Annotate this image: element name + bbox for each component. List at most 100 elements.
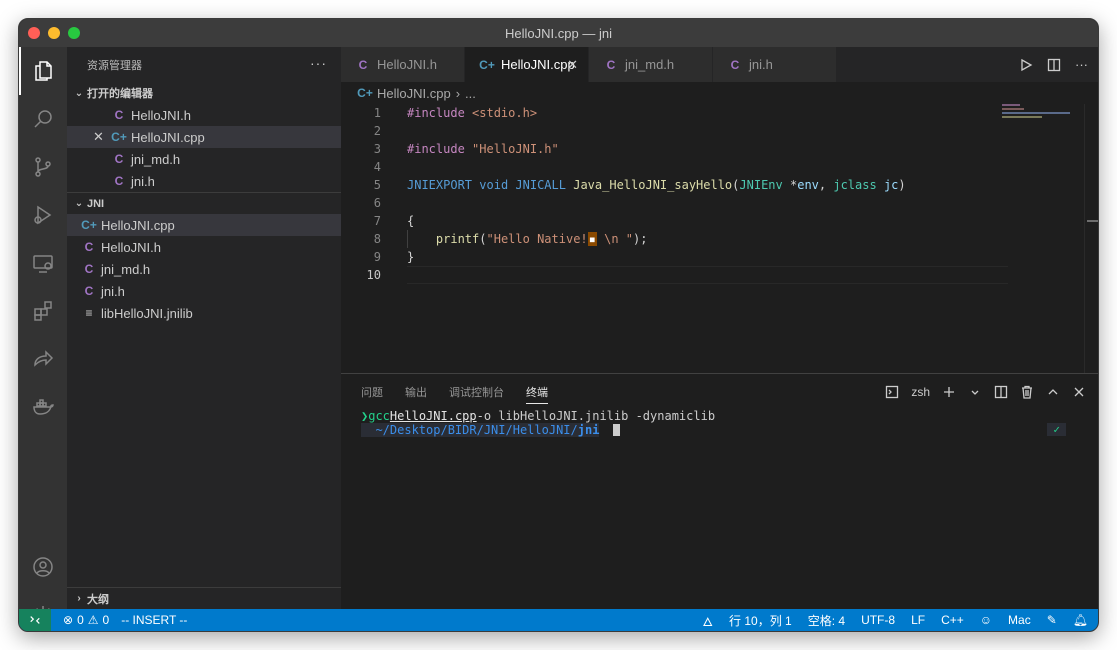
- open-editor-item[interactable]: ✕ C+ HelloJNI.cpp: [67, 126, 341, 148]
- tab-jni-md-h[interactable]: C jni_md.h: [589, 47, 713, 82]
- tab-hellojni-cpp[interactable]: C+ HelloJNI.cpp ✕: [465, 47, 589, 82]
- open-editor-label: jni_md.h: [131, 151, 181, 167]
- platform[interactable]: Mac: [1008, 613, 1031, 627]
- scrollbar-cursor-marker: [1087, 220, 1098, 222]
- open-editors-header[interactable]: ⌄ 打开的编辑器: [67, 82, 341, 104]
- tab-problems[interactable]: 问题: [361, 384, 383, 400]
- window-controls: [28, 27, 80, 39]
- accounts-icon[interactable]: [19, 543, 67, 591]
- flame-icon[interactable]: 🜂: [703, 608, 714, 632]
- file-label: jni.h: [101, 283, 125, 299]
- panel-actions: zsh: [885, 374, 1086, 409]
- new-terminal-icon[interactable]: [942, 385, 956, 399]
- tab-jni-h[interactable]: C jni.h: [713, 47, 837, 82]
- remote-explorer-icon[interactable]: [19, 239, 67, 287]
- code-line: 7 {: [341, 212, 1082, 230]
- split-editor-icon[interactable]: [1047, 58, 1061, 72]
- problems-status[interactable]: ⊗ 0 ⚠ 0: [63, 613, 109, 627]
- source-control-icon[interactable]: [19, 143, 67, 191]
- encoding[interactable]: UTF-8: [861, 613, 895, 627]
- close-window-button[interactable]: [28, 27, 40, 39]
- status-bar: ⊗ 0 ⚠ 0 -- INSERT -- 🜂 行 10，列 1 空格: 4 UT…: [19, 609, 1098, 631]
- shell-name[interactable]: zsh: [911, 385, 930, 399]
- warning-icon: ⚠: [87, 613, 99, 627]
- c-file-icon: C: [84, 240, 94, 254]
- file-tree-item[interactable]: C jni_md.h: [67, 258, 341, 280]
- close-tab-icon[interactable]: ✕: [567, 57, 578, 73]
- folder-header[interactable]: ⌄ JNI: [67, 192, 341, 214]
- file-tree-item[interactable]: ≡ libHelloJNI.jnilib: [67, 302, 341, 324]
- explorer-icon[interactable]: [19, 47, 67, 95]
- error-icon: ⊗: [63, 613, 74, 627]
- notifications-bell-icon[interactable]: 🔔︎: [1073, 613, 1088, 627]
- run-icon[interactable]: [1019, 58, 1033, 72]
- breadcrumb-separator: ›: [455, 85, 461, 101]
- open-editor-label: HelloJNI.cpp: [131, 129, 205, 145]
- line-number: 1: [373, 106, 381, 120]
- tab-terminal[interactable]: 终端: [526, 384, 548, 404]
- split-terminal-icon[interactable]: [994, 385, 1008, 399]
- indentation[interactable]: 空格: 4: [808, 612, 845, 629]
- chevron-down-icon[interactable]: [968, 385, 982, 399]
- tab-output[interactable]: 输出: [405, 384, 427, 400]
- open-editor-item[interactable]: C HelloJNI.h: [67, 104, 341, 126]
- more-actions-icon[interactable]: ···: [310, 55, 327, 71]
- chevron-down-icon: ⌄: [74, 198, 84, 209]
- run-and-debug-icon[interactable]: [19, 191, 67, 239]
- trash-icon[interactable]: [1020, 385, 1034, 399]
- tab-label: jni_md.h: [625, 57, 675, 72]
- file-tree-item[interactable]: C+ HelloJNI.cpp: [67, 214, 341, 236]
- extensions-icon[interactable]: [19, 287, 67, 335]
- maximize-panel-icon[interactable]: [1046, 385, 1060, 399]
- search-icon[interactable]: [19, 95, 67, 143]
- code-line: 1 #include <stdio.h>: [341, 104, 1082, 122]
- breadcrumb-symbols[interactable]: ...: [465, 86, 476, 101]
- cursor-position[interactable]: 行 10，列 1: [729, 612, 792, 629]
- editor-scrollbar[interactable]: [1084, 104, 1098, 374]
- cpp-file-icon: C+: [357, 86, 373, 100]
- line-number: 7: [373, 214, 381, 228]
- feedback-icon[interactable]: ✎: [1047, 613, 1057, 627]
- code-editor[interactable]: 1 #include <stdio.h> 2 3 #include "Hello…: [341, 104, 1082, 304]
- breadcrumb-file[interactable]: HelloJNI.cpp: [377, 86, 451, 101]
- docker-icon[interactable]: [19, 383, 67, 431]
- vscode-window: HelloJNI.cpp — jni 资源管理器 ··· ⌄ 打开的编辑器 C …: [18, 18, 1099, 632]
- file-tree-item[interactable]: C jni.h: [67, 280, 341, 302]
- c-file-icon: C: [606, 57, 616, 72]
- line-number: 4: [373, 160, 381, 174]
- tab-label: HelloJNI.cpp: [501, 57, 575, 72]
- end-of-line[interactable]: LF: [911, 613, 925, 627]
- c-file-icon: C: [84, 284, 94, 298]
- terminal-output[interactable]: ❯ gcc HelloJNI.cpp -o libHelloJNI.jnilib…: [341, 409, 1098, 437]
- remote-indicator-icon[interactable]: [19, 609, 51, 631]
- activity-bar: [19, 47, 67, 624]
- maximize-window-button[interactable]: [68, 27, 80, 39]
- terminal-line: ❯ gcc HelloJNI.cpp -o libHelloJNI.jnilib…: [361, 409, 716, 423]
- editor-area: C HelloJNI.h C+ HelloJNI.cpp ✕ C jni_md.…: [341, 47, 1098, 609]
- outline-header[interactable]: › 大纲: [67, 587, 341, 609]
- live-share-icon[interactable]: [19, 335, 67, 383]
- open-editors-title: 打开的编辑器: [87, 88, 153, 100]
- editor-actions: ···: [1019, 47, 1088, 82]
- minimize-window-button[interactable]: [48, 27, 60, 39]
- line-number: 10: [366, 268, 381, 282]
- cpp-file-icon: C+: [479, 57, 495, 72]
- indent-guide: [407, 230, 408, 248]
- line-number: 5: [373, 178, 381, 192]
- language-mode[interactable]: C++: [941, 613, 964, 627]
- open-editor-item[interactable]: C jni_md.h: [67, 148, 341, 170]
- code-text: JNIEXPORT void JNICALL Java_HelloJNI_say…: [407, 178, 906, 192]
- tab-debug-console[interactable]: 调试控制台: [449, 384, 504, 400]
- close-editor-icon[interactable]: ✕: [93, 129, 104, 145]
- code-text: #include <stdio.h>: [407, 106, 538, 120]
- close-panel-icon[interactable]: [1072, 385, 1086, 399]
- file-tree-item[interactable]: C HelloJNI.h: [67, 236, 341, 258]
- open-editor-item[interactable]: C jni.h: [67, 170, 341, 192]
- code-line: 4: [341, 158, 1082, 176]
- more-editor-actions-icon[interactable]: ···: [1075, 57, 1088, 72]
- copilot-icon[interactable]: ☺: [980, 613, 992, 627]
- code-text: printf("Hello Native!▪ \n ");: [435, 232, 648, 246]
- tab-hellojni-h[interactable]: C HelloJNI.h: [341, 47, 465, 82]
- vim-mode: -- INSERT --: [121, 613, 188, 627]
- minimap[interactable]: [1002, 104, 1084, 134]
